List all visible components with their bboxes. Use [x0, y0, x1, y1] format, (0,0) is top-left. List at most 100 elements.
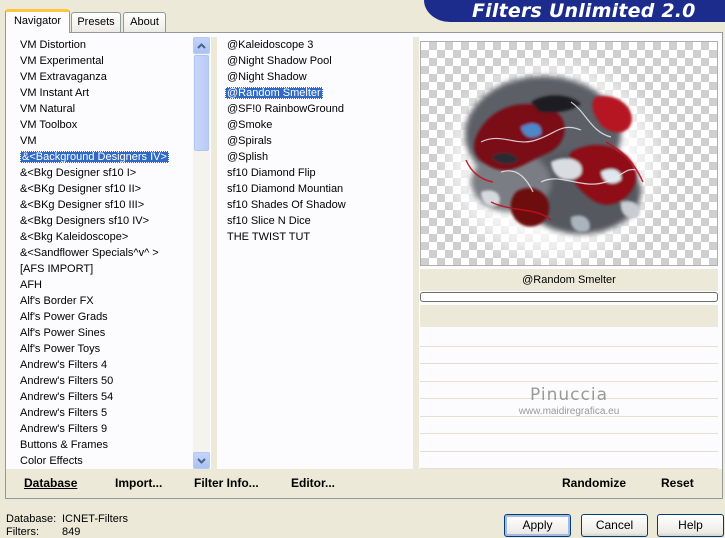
category-item[interactable]: &<Background Designers IV>: [13, 149, 195, 165]
category-item[interactable]: &<BKg Designer sf10 III>: [13, 197, 195, 213]
parameter-row: [420, 364, 718, 382]
cancel-button[interactable]: Cancel: [581, 514, 648, 537]
category-item[interactable]: Andrew's Filters 5: [13, 405, 195, 421]
scroll-thumb[interactable]: [194, 55, 209, 151]
category-item[interactable]: Buttons & Frames: [13, 437, 195, 453]
category-item[interactable]: Alf's Border FX: [13, 293, 195, 309]
filter-item[interactable]: sf10 Shades Of Shadow: [223, 197, 413, 213]
category-item[interactable]: &<Bkg Designer sf10 I>: [13, 165, 195, 181]
filter-item-label: @Night Shadow: [227, 71, 307, 83]
category-item-label: Andrew's Filters 54: [20, 391, 114, 403]
category-item[interactable]: VM Natural: [13, 101, 195, 117]
category-item-label: &<Bkg Designers sf10 IV>: [20, 215, 150, 227]
category-scrollbar[interactable]: [193, 37, 210, 469]
database-value: ICNET-Filters: [62, 513, 128, 525]
category-item[interactable]: Alf's Power Sines: [13, 325, 195, 341]
list-divider[interactable]: [211, 37, 217, 469]
tab-navigator[interactable]: Navigator: [5, 9, 70, 33]
filter-item[interactable]: sf10 Diamond Mountian: [223, 181, 413, 197]
category-item[interactable]: Alf's Power Grads: [13, 309, 195, 325]
filter-item[interactable]: sf10 Slice N Dice: [223, 213, 413, 229]
category-item[interactable]: [AFS IMPORT]: [13, 261, 195, 277]
category-item[interactable]: VM Experimental: [13, 53, 195, 69]
category-item[interactable]: VM Instant Art: [13, 85, 195, 101]
category-item-label: Alf's Power Sines: [20, 327, 106, 339]
parameter-row: [420, 417, 718, 434]
filter-item[interactable]: @Spirals: [223, 133, 413, 149]
category-item-label: VM Distortion: [20, 39, 87, 51]
tab-about[interactable]: About: [123, 12, 166, 32]
category-item[interactable]: Alf's Power Toys: [13, 341, 195, 357]
filter-item[interactable]: THE TWIST TUT: [223, 229, 413, 245]
filter-info-button[interactable]: Filter Info...: [194, 476, 259, 490]
category-item[interactable]: &<BKg Designer sf10 II>: [13, 181, 195, 197]
filter-item-label: @Spirals: [227, 135, 272, 147]
category-item-label: Andrew's Filters 50: [20, 375, 114, 387]
filter-item-label: @Night Shadow Pool: [227, 55, 332, 67]
selected-filter-name: @Random Smelter: [420, 269, 718, 291]
category-item[interactable]: VM Toolbox: [13, 117, 195, 133]
scroll-down-button[interactable]: [193, 452, 210, 469]
help-button[interactable]: Help: [657, 514, 724, 537]
preview-divider[interactable]: [413, 37, 419, 469]
category-item[interactable]: VM: [13, 133, 195, 149]
filter-item[interactable]: @Splish: [223, 149, 413, 165]
filters-status: Filters: 849: [6, 526, 80, 538]
chevron-up-icon: [197, 42, 206, 49]
category-item-label: Alf's Power Toys: [20, 343, 101, 355]
parameter-row: [420, 329, 718, 347]
parameter-row: [420, 347, 718, 364]
watermark: Pinuccia www.maidiregrafica.eu: [420, 385, 718, 417]
category-item-label: VM: [20, 135, 37, 147]
filter-item-label: sf10 Diamond Flip: [227, 167, 316, 179]
app-title: Filters Unlimited 2.0: [472, 0, 696, 22]
watermark-name: Pinuccia: [530, 385, 608, 405]
category-item[interactable]: Andrew's Filters 4: [13, 357, 195, 373]
category-item[interactable]: Color Effects: [13, 453, 195, 467]
editor-button[interactable]: Editor...: [291, 476, 335, 490]
category-item-label: Andrew's Filters 9: [20, 423, 108, 435]
category-item[interactable]: VM Distortion: [13, 37, 195, 53]
category-item[interactable]: Andrew's Filters 54: [13, 389, 195, 405]
category-item-label: &<Sandflower Specials^v^ >: [20, 247, 159, 259]
filter-list[interactable]: @Kaleidoscope 3 @Night Shadow Pool @Night …: [223, 37, 413, 467]
filter-item[interactable]: sf10 Diamond Flip: [223, 165, 413, 181]
app-title-banner: Filters Unlimited 2.0: [424, 0, 725, 22]
scroll-up-button[interactable]: [193, 37, 210, 54]
category-item[interactable]: VM Extravaganza: [13, 69, 195, 85]
navigator-panel: VM Distortion VM Experimental VM Extravaga…: [5, 32, 723, 499]
category-item-label: AFH: [20, 279, 42, 291]
category-item[interactable]: AFH: [13, 277, 195, 293]
category-item-label: Andrew's Filters 5: [20, 407, 108, 419]
apply-button[interactable]: Apply: [504, 514, 571, 537]
filter-item-label: THE TWIST TUT: [227, 231, 311, 243]
category-item-label: VM Natural: [20, 103, 76, 115]
parameter-row: [420, 434, 718, 452]
filter-item-label: @Smoke: [227, 119, 273, 131]
category-item[interactable]: &<Sandflower Specials^v^ >: [13, 245, 195, 261]
category-item[interactable]: &<Bkg Kaleidoscope>: [13, 229, 195, 245]
filter-item[interactable]: @Smoke: [223, 117, 413, 133]
category-list[interactable]: VM Distortion VM Experimental VM Extravaga…: [13, 37, 195, 467]
category-item[interactable]: Andrew's Filters 50: [13, 373, 195, 389]
category-item-label: VM Extravaganza: [20, 71, 107, 83]
category-item[interactable]: &<Bkg Designers sf10 IV>: [13, 213, 195, 229]
category-item-label: &<BKg Designer sf10 II>: [20, 183, 142, 195]
category-item-label: Buttons & Frames: [20, 439, 109, 451]
filters-count: 849: [62, 526, 81, 538]
database-button[interactable]: Database: [24, 476, 77, 490]
filter-item-label: @Random Smelter: [225, 87, 323, 99]
import-button[interactable]: Import...: [115, 476, 162, 490]
category-item[interactable]: Andrew's Filters 9: [13, 421, 195, 437]
progress-bar: [420, 292, 718, 302]
reset-button[interactable]: Reset: [661, 476, 694, 490]
category-item-label: &<BKg Designer sf10 III>: [20, 199, 145, 211]
filters-label: Filters:: [6, 526, 39, 538]
filter-item[interactable]: @Random Smelter: [223, 85, 413, 101]
tab-presets[interactable]: Presets: [71, 12, 121, 32]
filter-item[interactable]: @Kaleidoscope 3: [223, 37, 413, 53]
filter-item[interactable]: @Night Shadow: [223, 69, 413, 85]
randomize-button[interactable]: Randomize: [562, 476, 626, 490]
filter-item[interactable]: @Night Shadow Pool: [223, 53, 413, 69]
filter-item[interactable]: @SF!0 RainbowGround: [223, 101, 413, 117]
